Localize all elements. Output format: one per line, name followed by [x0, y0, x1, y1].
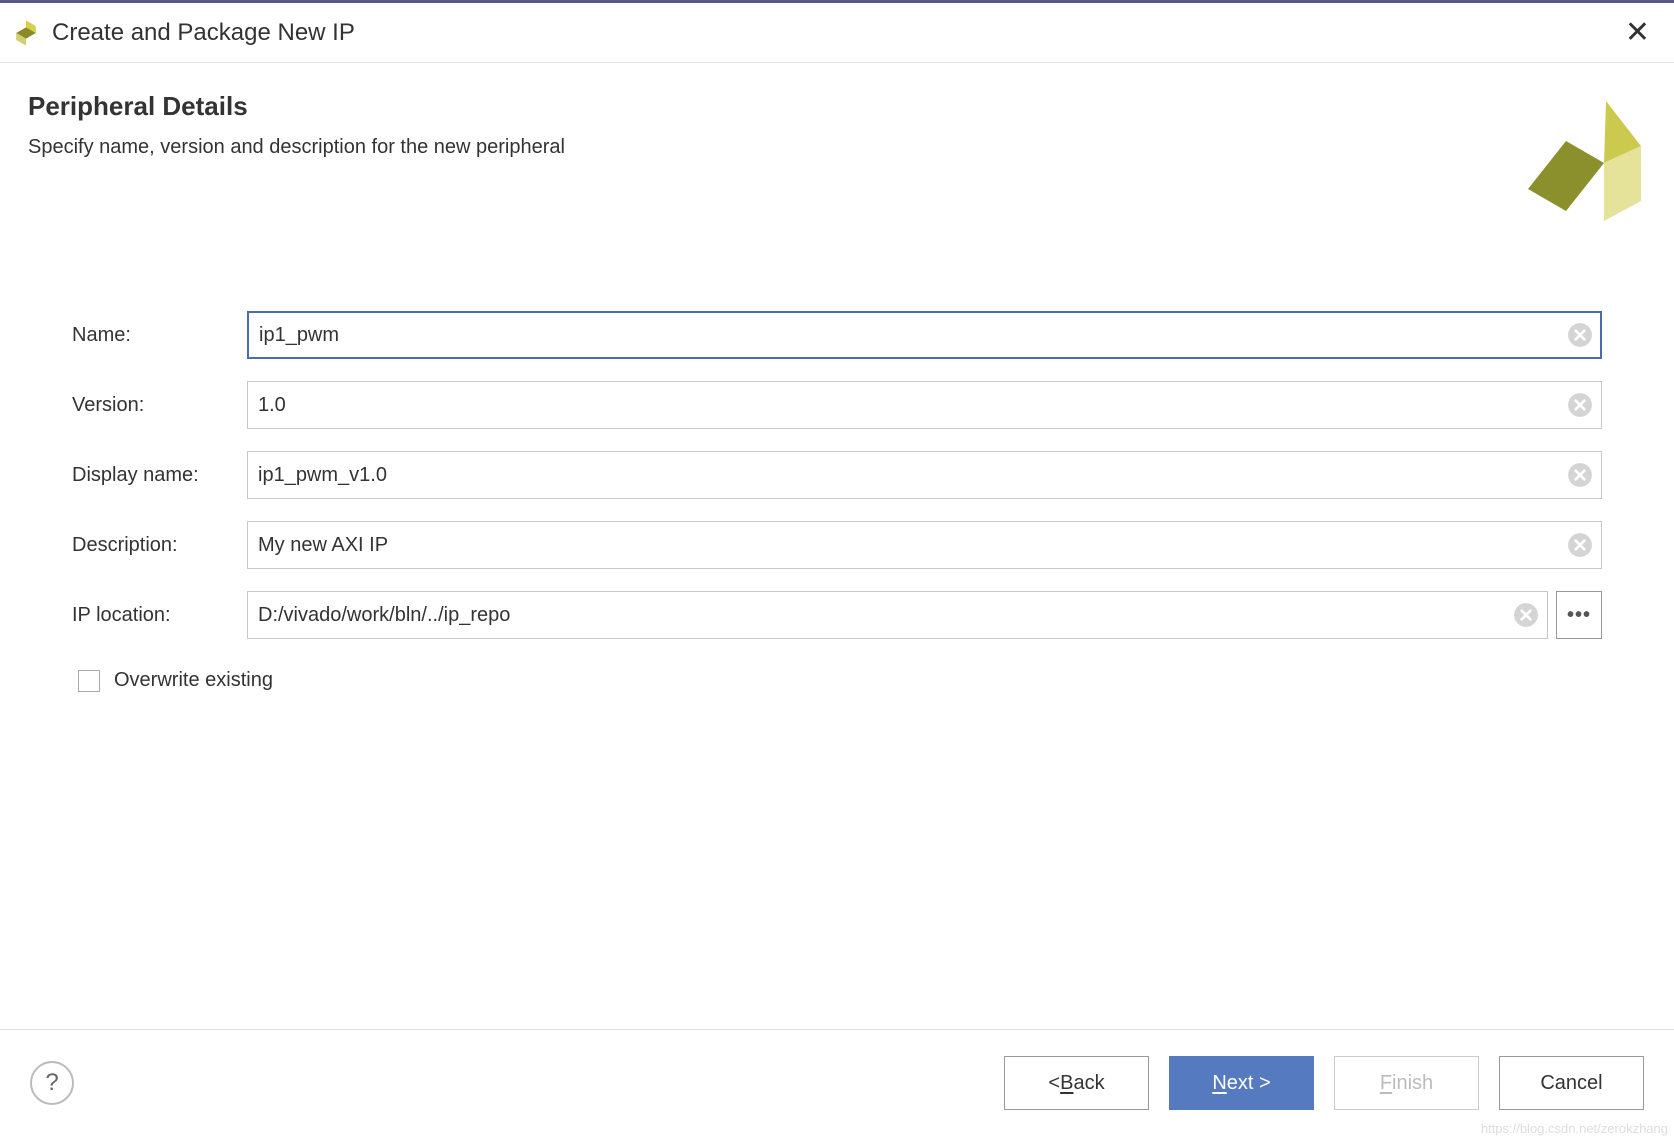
clear-icon[interactable]	[1566, 461, 1594, 489]
name-label: Name:	[72, 324, 247, 347]
back-button[interactable]: < Back	[1004, 1056, 1149, 1110]
close-icon[interactable]: ✕	[1613, 15, 1662, 50]
page-title: Peripheral Details	[28, 91, 565, 122]
window-title: Create and Package New IP	[52, 19, 1613, 47]
watermark: https://blog.csdn.net/zerokzhang	[1481, 1121, 1668, 1136]
help-icon: ?	[45, 1069, 58, 1097]
ip-location-input[interactable]	[247, 591, 1548, 639]
next-button[interactable]: Next >	[1169, 1056, 1314, 1110]
clear-icon[interactable]	[1566, 391, 1594, 419]
version-input[interactable]	[247, 381, 1602, 429]
overwrite-label: Overwrite existing	[114, 669, 273, 692]
vivado-logo-icon	[1486, 91, 1646, 251]
clear-icon[interactable]	[1512, 601, 1540, 629]
cancel-button[interactable]: Cancel	[1499, 1056, 1644, 1110]
description-label: Description:	[72, 534, 247, 557]
finish-button: Finish	[1334, 1056, 1479, 1110]
app-icon	[12, 19, 40, 47]
help-button[interactable]: ?	[30, 1061, 74, 1105]
name-input[interactable]	[247, 311, 1602, 359]
page-subtitle: Specify name, version and description fo…	[28, 136, 565, 159]
ip-location-label: IP location:	[72, 604, 247, 627]
clear-icon[interactable]	[1566, 531, 1594, 559]
display-name-input[interactable]	[247, 451, 1602, 499]
display-name-label: Display name:	[72, 464, 247, 487]
version-label: Version:	[72, 394, 247, 417]
overwrite-checkbox[interactable]	[78, 670, 100, 692]
ellipsis-icon: •••	[1567, 604, 1591, 627]
browse-button[interactable]: •••	[1556, 591, 1602, 639]
clear-icon[interactable]	[1566, 321, 1594, 349]
description-input[interactable]	[247, 521, 1602, 569]
